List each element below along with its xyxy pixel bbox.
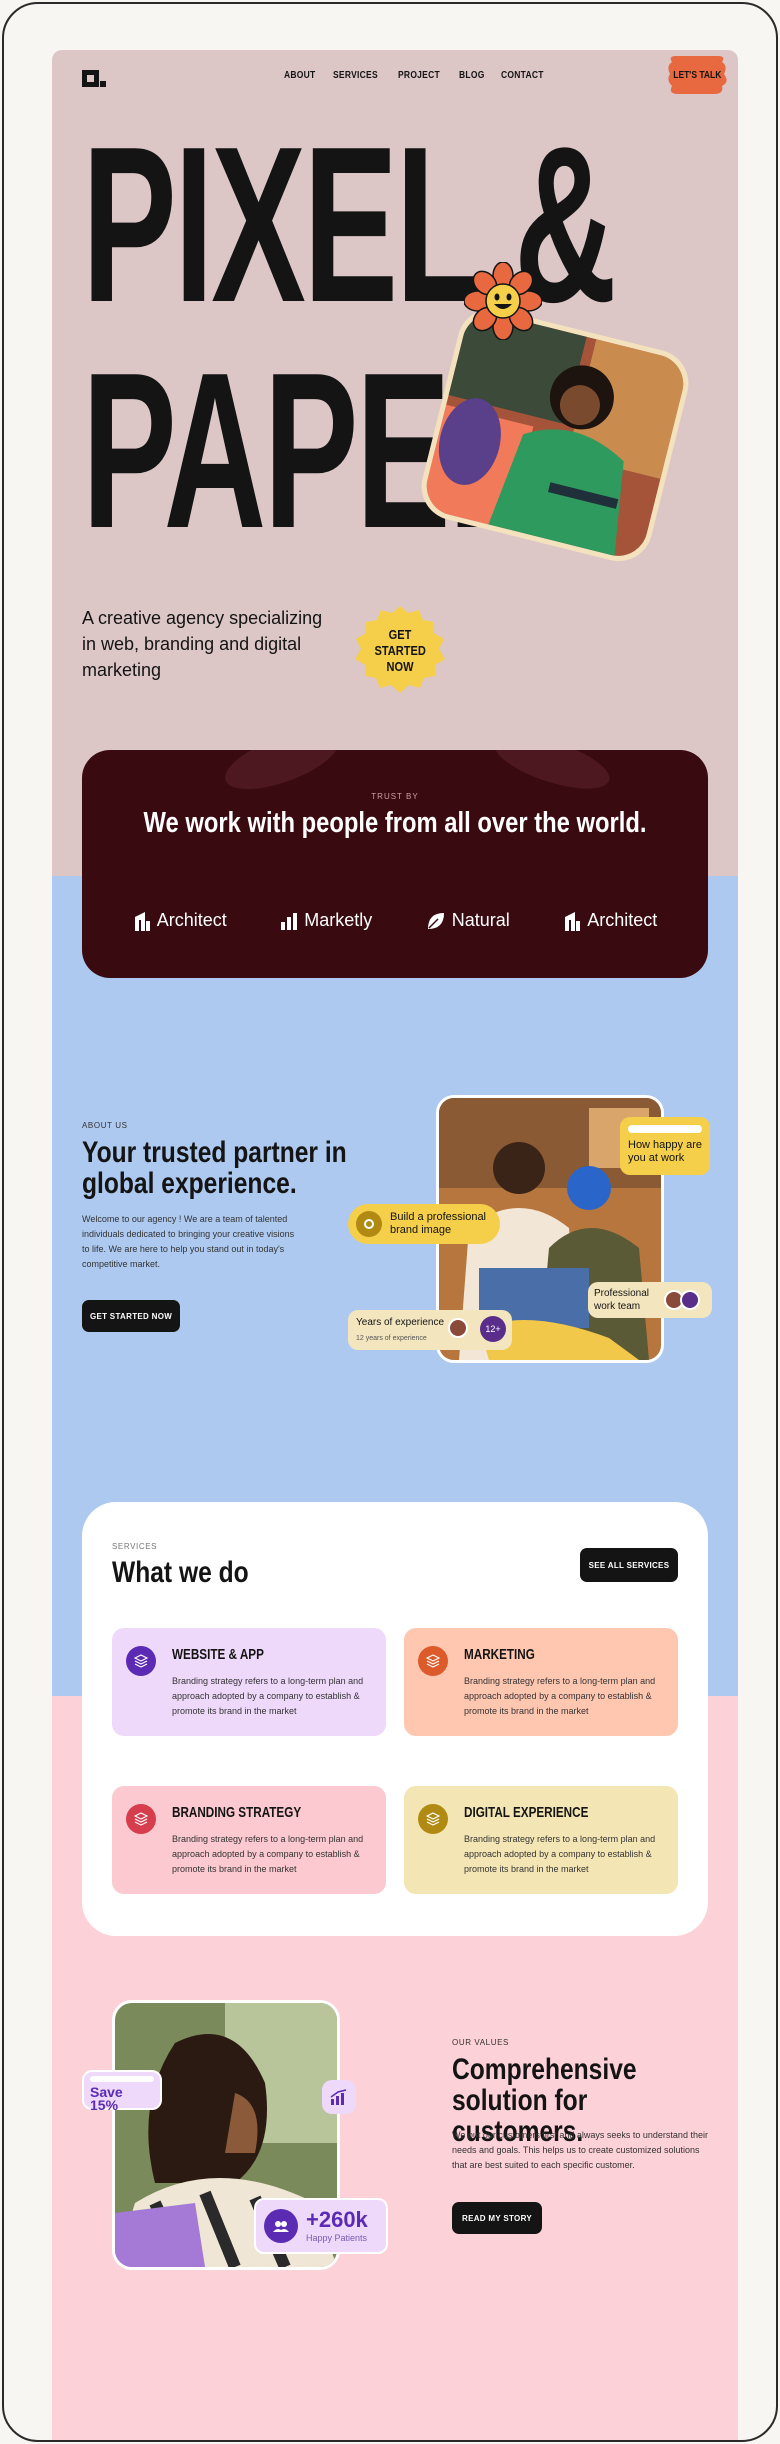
avatar bbox=[448, 1318, 468, 1338]
years-experience-badge: Years of experience 12 years of experien… bbox=[348, 1310, 512, 1350]
trust-heading: We work with people from all over the wo… bbox=[143, 807, 647, 839]
values-text: We put our customers first and always se… bbox=[452, 2130, 708, 2170]
services-label: SERVICES bbox=[112, 1542, 158, 1551]
nav-blog[interactable]: BLOG bbox=[459, 70, 485, 81]
layers-icon bbox=[418, 1646, 448, 1676]
service-text: Branding strategy refers to a long-term … bbox=[172, 1676, 364, 1716]
smiley-flower-icon bbox=[463, 261, 543, 341]
save-badge-text: Save 15% bbox=[90, 2084, 123, 2113]
happy-patients-badge: +260k Happy Patients bbox=[254, 2198, 388, 2254]
service-title: MARKETING bbox=[464, 1646, 535, 1663]
save-badge: Save 15% bbox=[82, 2070, 162, 2113]
brand-name: Architect bbox=[587, 910, 658, 930]
service-title: DIGITAL EXPERIENCE bbox=[464, 1804, 589, 1821]
bars-icon bbox=[281, 912, 298, 930]
architect-icon bbox=[565, 911, 581, 931]
values-label: OUR VALUES bbox=[452, 2038, 509, 2047]
service-text: Branding strategy refers to a long-term … bbox=[464, 1676, 656, 1716]
brand-list: Architect Marketly Natural Architect bbox=[82, 910, 708, 931]
service-text: Branding strategy refers to a long-term … bbox=[464, 1834, 656, 1874]
hero-get-started-button[interactable]: GET STARTED NOW bbox=[350, 602, 450, 700]
brand-name: Marketly bbox=[304, 910, 373, 930]
leaf-icon bbox=[427, 912, 444, 929]
architect-icon bbox=[134, 911, 150, 931]
service-card-digital[interactable]: DIGITAL EXPERIENCE Branding strategy ref… bbox=[404, 1786, 678, 1894]
about-label: ABOUT US bbox=[82, 1121, 128, 1130]
nav-project[interactable]: PROJECT bbox=[398, 70, 440, 81]
service-card-branding[interactable]: BRANDING STRATEGY Branding strategy refe… bbox=[112, 1786, 386, 1894]
main-nav: ABOUT SERVICES PROJECT BLOG CONTACT bbox=[284, 70, 552, 81]
brand-image-text: Build a professional brand image bbox=[390, 1211, 487, 1236]
layers-icon bbox=[126, 1804, 156, 1834]
landing-page: ABOUT SERVICES PROJECT BLOG CONTACT LET'… bbox=[52, 50, 738, 2440]
chart-icon bbox=[322, 2080, 356, 2114]
read-my-story-button[interactable]: READ MY STORY bbox=[452, 2202, 542, 2234]
about-heading: Your trusted partner in global experienc… bbox=[82, 1136, 347, 1200]
brand-name: Architect bbox=[156, 910, 227, 930]
happy-at-work-badge: How happy are you at work bbox=[620, 1117, 710, 1175]
trust-label: TRUST BY bbox=[371, 792, 419, 801]
users-icon bbox=[264, 2209, 298, 2243]
brand-marketly: Marketly bbox=[280, 910, 372, 931]
badge-bar bbox=[628, 1125, 702, 1133]
years-count: 12+ bbox=[480, 1316, 506, 1342]
layers-icon bbox=[126, 1646, 156, 1676]
avatar bbox=[680, 1290, 700, 1310]
happy-at-work-text: How happy are you at work bbox=[628, 1139, 702, 1164]
lets-talk-button[interactable]: LET'S TALK bbox=[664, 52, 730, 98]
work-team-text: Professional work team bbox=[594, 1288, 650, 1312]
see-all-services-button[interactable]: SEE ALL SERVICES bbox=[580, 1548, 678, 1582]
brand-image-badge: Build a professional brand image bbox=[348, 1204, 500, 1244]
brand-name: Natural bbox=[451, 910, 510, 930]
hero-subtitle: A creative agency specializing in web, b… bbox=[82, 608, 323, 680]
about-get-started-button[interactable]: GET STARTED NOW bbox=[82, 1300, 180, 1332]
patients-count: +260k bbox=[306, 2206, 368, 2232]
trust-banner: TRUST BY We work with people from all ov… bbox=[82, 750, 708, 978]
brand-architect-2: Architect bbox=[563, 910, 657, 931]
service-card-marketing[interactable]: MARKETING Branding strategy refers to a … bbox=[404, 1628, 678, 1736]
patients-label: Happy Patients bbox=[306, 2232, 368, 2243]
service-card-website[interactable]: WEBSITE & APP Branding strategy refers t… bbox=[112, 1628, 386, 1736]
decorative-leaves bbox=[225, 750, 610, 790]
work-team-badge: Professional work team bbox=[588, 1282, 712, 1318]
service-text: Branding strategy refers to a long-term … bbox=[172, 1834, 364, 1874]
service-title: BRANDING STRATEGY bbox=[172, 1804, 302, 1821]
service-title: WEBSITE & APP bbox=[172, 1646, 264, 1663]
nav-services[interactable]: SERVICES bbox=[333, 70, 378, 81]
lets-talk-label: LET'S TALK bbox=[672, 69, 722, 81]
brand-natural: Natural bbox=[426, 910, 510, 931]
services-heading: What we do bbox=[112, 1556, 249, 1589]
about-text: Welcome to our agency ! We are a team of… bbox=[82, 1214, 295, 1269]
badge-bar bbox=[90, 2076, 154, 2082]
nav-about[interactable]: ABOUT bbox=[284, 70, 316, 81]
brand-architect: Architect bbox=[133, 910, 227, 931]
brand-logo[interactable] bbox=[82, 70, 106, 90]
browser-frame: ABOUT SERVICES PROJECT BLOG CONTACT LET'… bbox=[2, 2, 778, 2442]
services-card: SERVICES What we do SEE ALL SERVICES WEB… bbox=[82, 1502, 708, 1936]
layers-icon bbox=[418, 1804, 448, 1834]
hero-cta-label: GET STARTED NOW bbox=[374, 627, 426, 674]
loop-icon bbox=[356, 1211, 382, 1237]
nav-contact[interactable]: CONTACT bbox=[501, 70, 544, 81]
